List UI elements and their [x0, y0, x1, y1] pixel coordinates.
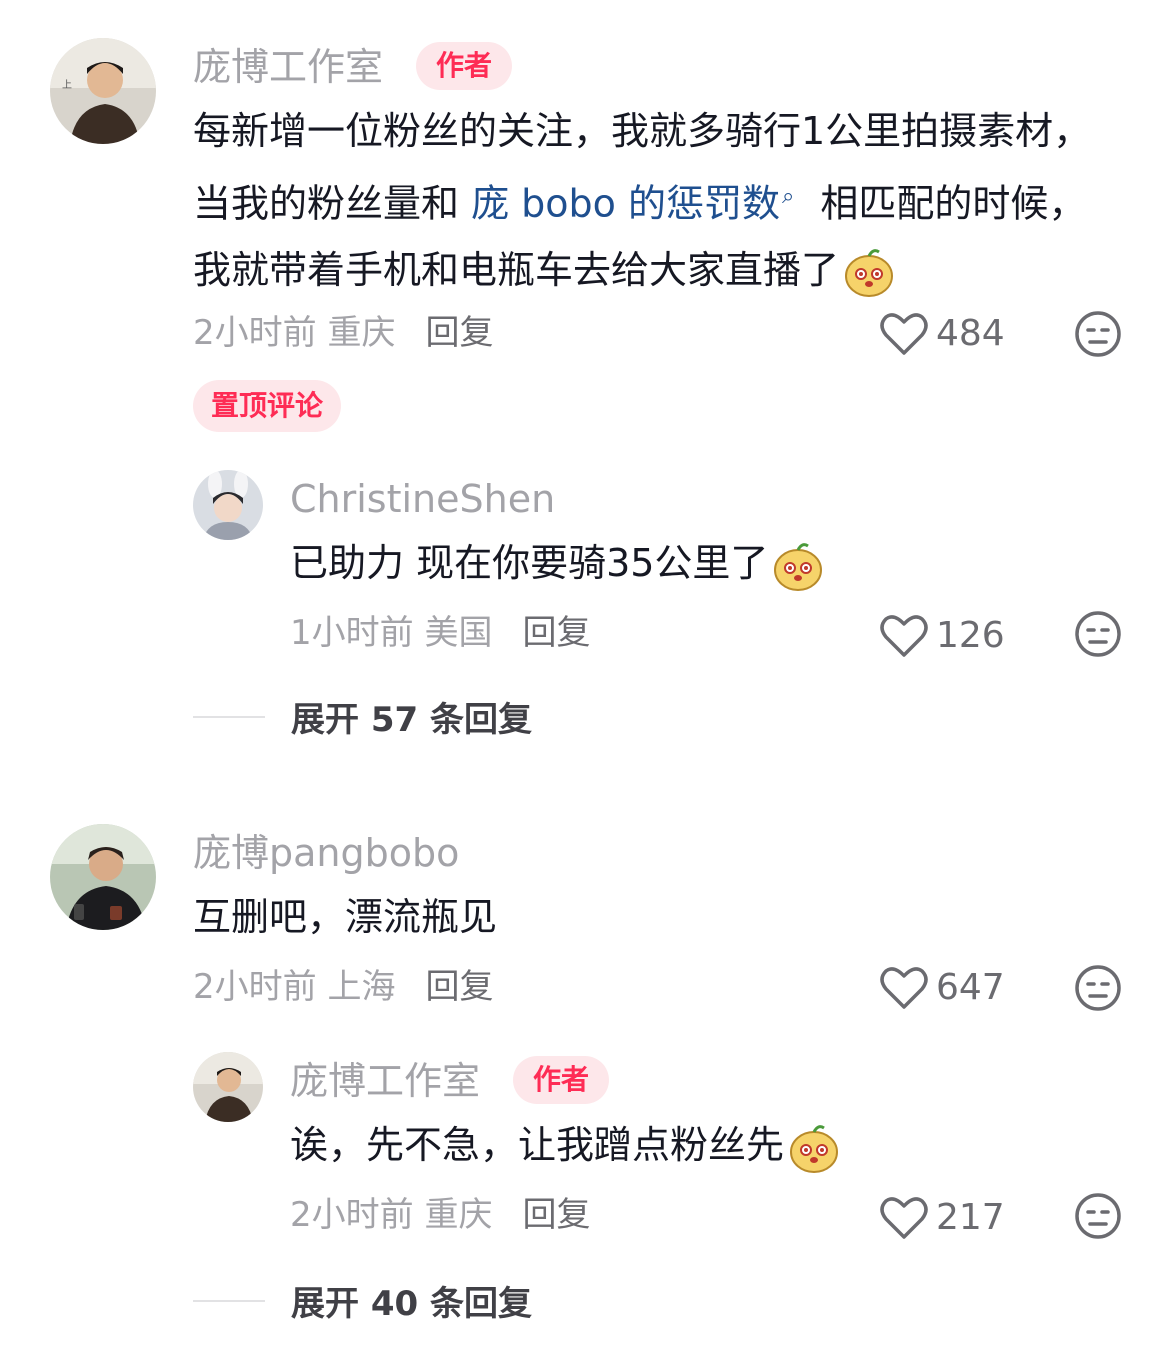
like-button[interactable]: 126: [880, 614, 1005, 658]
heart-outline-icon: [880, 1197, 928, 1239]
author-badge: 作者: [416, 42, 513, 90]
comment-username[interactable]: 庞博pangbobo: [193, 834, 459, 872]
reply-username[interactable]: ChristineShen: [290, 480, 555, 518]
comment-text: 互删吧，漂流瓶见: [193, 895, 498, 939]
reply-username[interactable]: 庞博工作室: [290, 1062, 480, 1100]
cute-face-emoji: [774, 542, 823, 591]
dislike-button[interactable]: [1074, 310, 1122, 362]
like-count: 126: [936, 615, 1005, 656]
avatar-studio[interactable]: [193, 1052, 263, 1122]
heart-outline-icon: [880, 615, 928, 657]
mention-link[interactable]: 庞 bobo 的惩罚数: [471, 182, 780, 226]
reply-meta: 2小时前 重庆 回复: [290, 1198, 590, 1232]
cute-face-emoji: [790, 1124, 839, 1173]
time-location: 2小时前 上海: [193, 967, 396, 1007]
like-button[interactable]: 217: [880, 1196, 1005, 1240]
heart-outline-icon: [880, 313, 928, 355]
expand-replies-label: 展开 40 条回复: [291, 1284, 532, 1324]
like-count: 217: [936, 1197, 1005, 1238]
avatar-pangbobo[interactable]: [50, 824, 156, 930]
meh-face-icon: [1075, 965, 1121, 1011]
time-location: 2小时前 重庆: [193, 313, 396, 353]
reply-text-content: 已助力 现在你要骑35公里了: [290, 541, 769, 585]
divider-line: [193, 715, 265, 718]
like-button[interactable]: 647: [880, 966, 1005, 1010]
dislike-button[interactable]: [1074, 1192, 1122, 1244]
avatar-christine[interactable]: [193, 470, 263, 540]
expand-replies-button[interactable]: 展开 57 条回复: [193, 692, 532, 741]
reply-button[interactable]: 回复: [522, 1195, 590, 1235]
expand-replies-label: 展开 57 条回复: [291, 700, 532, 740]
comment-meta: 2小时前 上海 回复: [193, 970, 493, 1004]
reply-text: 已助力 现在你要骑35公里了: [290, 530, 1110, 596]
svg-text:上: 上: [62, 79, 72, 91]
dislike-button[interactable]: [1074, 610, 1122, 662]
comment-meta: 2小时前 重庆 回复: [193, 316, 493, 350]
pinned-badge: 置顶评论: [193, 380, 342, 432]
meh-face-icon: [1075, 311, 1121, 357]
author-badge: 作者: [513, 1056, 610, 1104]
comment-username[interactable]: 庞博工作室: [193, 48, 383, 86]
divider-line: [193, 1299, 265, 1302]
dislike-button[interactable]: [1074, 964, 1122, 1016]
comment-text: 每新增一位粉丝的关注，我就多骑行1公里拍摄素材，当我的粉丝量和 庞 bobo 的…: [193, 98, 1123, 303]
like-count: 484: [936, 313, 1005, 354]
time-location: 2小时前 重庆: [290, 1195, 493, 1235]
search-icon[interactable]: ⌕: [782, 184, 794, 209]
reply-button[interactable]: 回复: [522, 613, 590, 653]
expand-replies-button[interactable]: 展开 40 条回复: [193, 1276, 532, 1325]
time-location: 1小时前 美国: [290, 613, 493, 653]
reply-button[interactable]: 回复: [425, 313, 493, 353]
meh-face-icon: [1075, 611, 1121, 657]
like-count: 647: [936, 967, 1005, 1008]
reply-text-content: 诶，先不急，让我蹭点粉丝先: [290, 1123, 785, 1167]
reply-text: 诶，先不急，让我蹭点粉丝先: [290, 1112, 1110, 1178]
reply-meta: 1小时前 美国 回复: [290, 616, 590, 650]
meh-face-icon: [1075, 1193, 1121, 1239]
cute-face-emoji: [845, 249, 894, 298]
reply-button[interactable]: 回复: [425, 967, 493, 1007]
heart-outline-icon: [880, 967, 928, 1009]
avatar-studio[interactable]: 上: [50, 38, 156, 144]
like-button[interactable]: 484: [880, 312, 1005, 356]
